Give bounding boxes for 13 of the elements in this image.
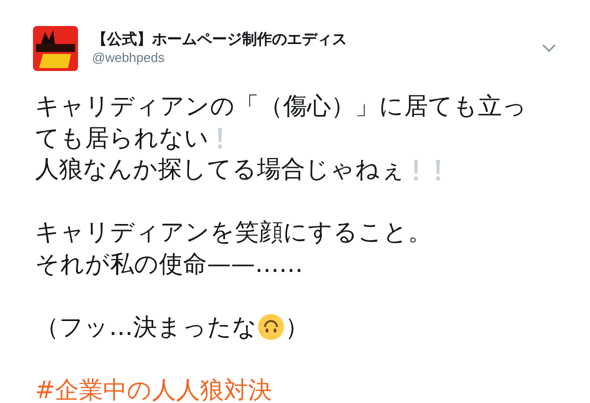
- tweet-text: それが私の使命——……: [35, 248, 303, 280]
- chevron-down-icon[interactable]: [542, 44, 556, 52]
- author-handle[interactable]: @webhpeds: [92, 49, 528, 67]
- tweet-text: ）: [285, 312, 309, 343]
- avatar-logo: [33, 26, 78, 71]
- tweet-text: キャリディアンを笑顔にすること。: [35, 217, 432, 248]
- tweet-text: （フッ…決まったな: [35, 312, 257, 343]
- author-name[interactable]: 【公式】ホームページ制作のエディス: [92, 29, 528, 49]
- tweet-text: キャリディアンの「（傷心）」に居ても立っ: [35, 91, 527, 122]
- tweet-text: ても居られない: [35, 122, 209, 154]
- tweet-text: 人狼なんか探してる場合じゃねぇ: [35, 154, 405, 186]
- hashtag-link[interactable]: #企業中の人人狼対決: [35, 374, 272, 403]
- upside-down-face-icon: [258, 314, 284, 340]
